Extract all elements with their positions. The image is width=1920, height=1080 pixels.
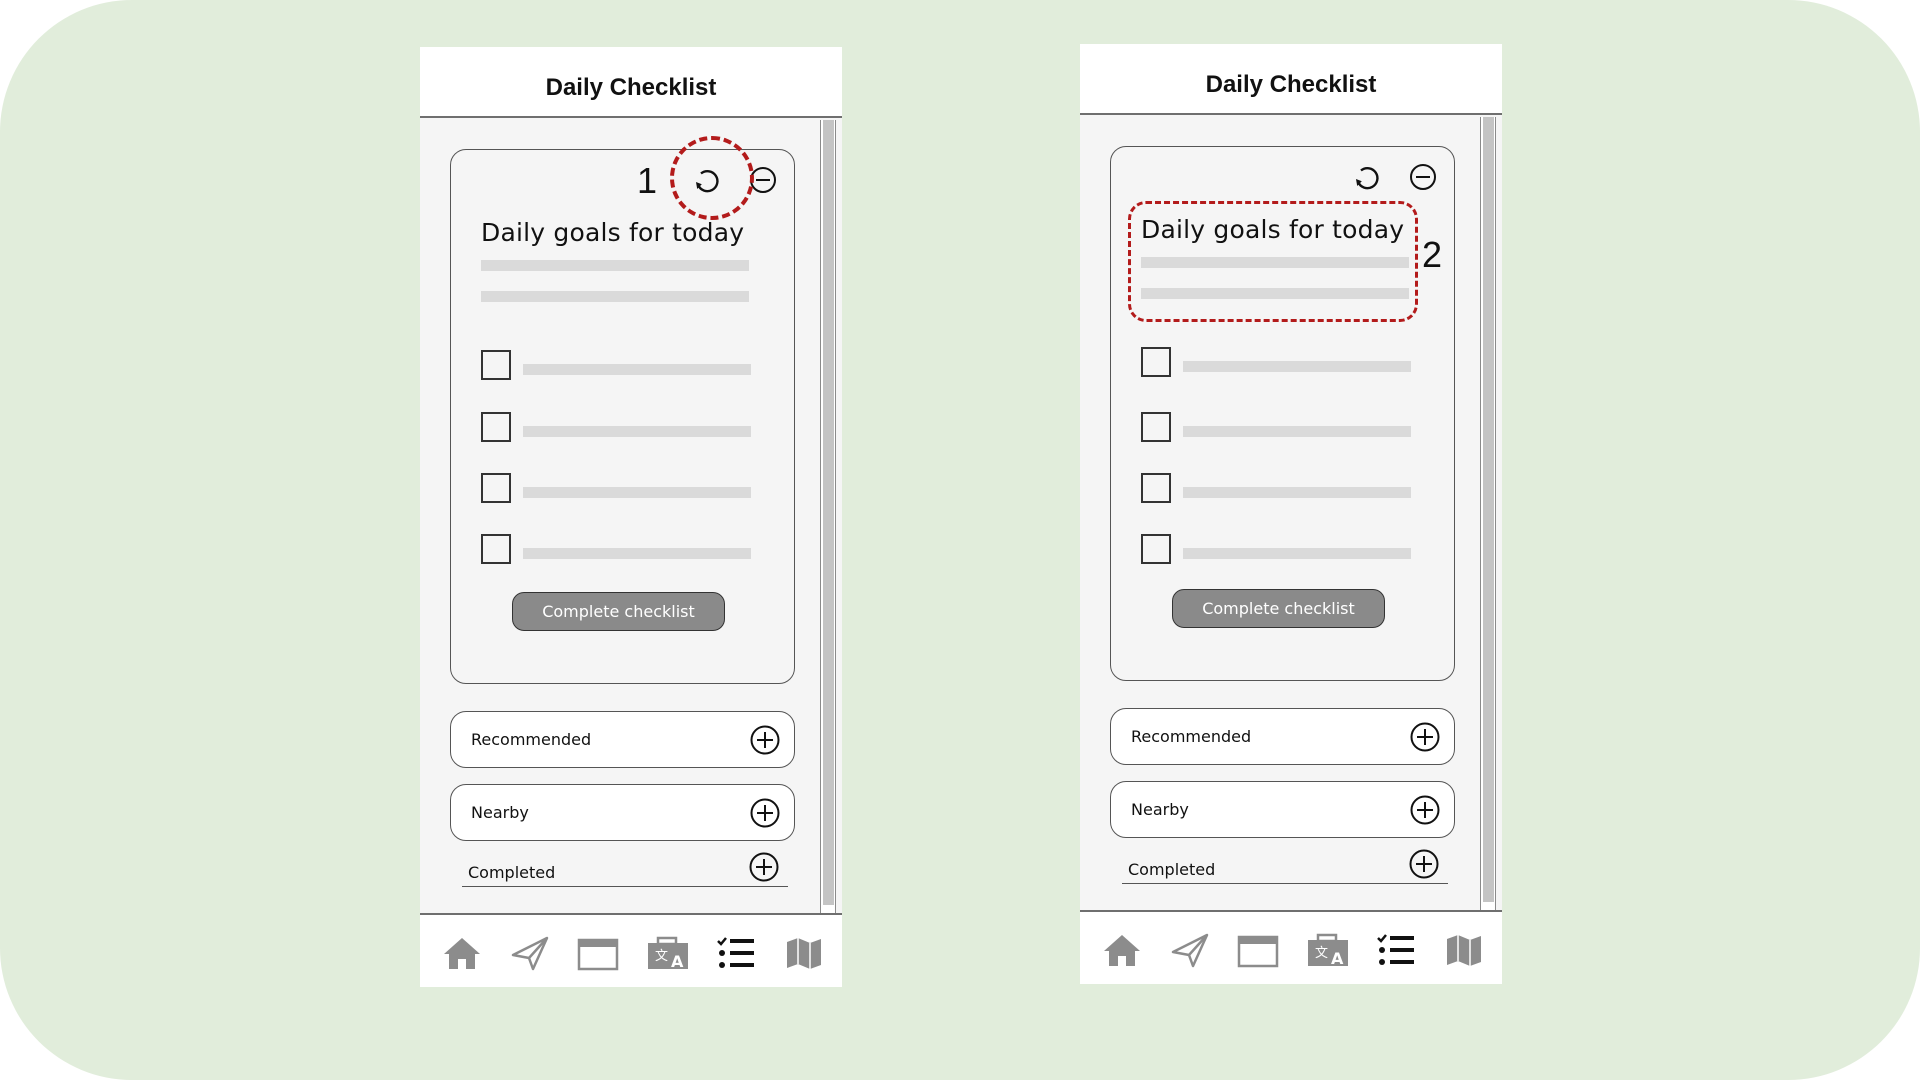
item-text-line <box>1183 548 1411 559</box>
calendar-icon[interactable] <box>576 933 620 973</box>
checkbox[interactable] <box>481 473 511 503</box>
bottom-tab-bar: 文A <box>420 913 842 987</box>
send-icon[interactable] <box>1168 930 1212 970</box>
home-icon[interactable] <box>1100 930 1144 970</box>
checklist-item <box>481 534 751 568</box>
plus-circle-icon[interactable] <box>1409 721 1441 753</box>
complete-checklist-button[interactable]: Complete checklist <box>1172 589 1385 628</box>
section-completed[interactable]: Completed <box>1122 844 1448 884</box>
item-text-line <box>523 548 751 559</box>
svg-text:A: A <box>1331 949 1344 968</box>
item-text-line <box>523 487 751 498</box>
daily-goals-card: 1 Daily goals for today Complete checkli… <box>450 149 795 684</box>
plus-circle-icon[interactable] <box>749 797 781 829</box>
checklist-icon[interactable] <box>1374 930 1418 970</box>
checklist-item <box>1141 347 1411 381</box>
home-icon[interactable] <box>440 933 484 973</box>
svg-text:文: 文 <box>1315 946 1328 961</box>
scrollbar-thumb[interactable] <box>1483 117 1494 902</box>
section-label: Completed <box>1128 860 1216 879</box>
card-heading: Daily goals for today <box>481 218 745 247</box>
section-label: Completed <box>468 863 556 882</box>
checkbox[interactable] <box>1141 347 1171 377</box>
app-header: Daily Checklist <box>1080 44 1502 115</box>
item-text-line <box>523 364 751 375</box>
checklist-item <box>1141 412 1411 446</box>
checklist-item <box>1141 473 1411 507</box>
checklist-icon[interactable] <box>714 933 758 973</box>
checkbox[interactable] <box>481 412 511 442</box>
highlight-refresh-annotation <box>670 136 754 220</box>
plus-circle-icon[interactable] <box>748 851 780 883</box>
calendar-icon[interactable] <box>1236 930 1280 970</box>
plus-circle-icon[interactable] <box>1409 794 1441 826</box>
phone-screen-2: Daily Checklist Daily goals for today Co… <box>1080 44 1502 984</box>
section-label: Recommended <box>471 730 592 749</box>
complete-checklist-button[interactable]: Complete checklist <box>512 592 725 631</box>
checklist-item <box>481 473 751 507</box>
scrollbar[interactable] <box>820 120 836 913</box>
checkbox[interactable] <box>481 534 511 564</box>
section-recommended[interactable]: Recommended <box>1110 708 1455 765</box>
page-title: Daily Checklist <box>545 73 717 101</box>
item-text-line <box>1183 361 1411 372</box>
bottom-tab-bar: 文A <box>1080 910 1502 984</box>
plus-circle-icon[interactable] <box>1408 848 1440 880</box>
description-line <box>481 260 749 271</box>
checklist-item <box>481 412 751 446</box>
section-label: Nearby <box>471 803 529 822</box>
section-label: Nearby <box>1131 800 1189 819</box>
checklist-item <box>1141 534 1411 568</box>
svg-text:A: A <box>671 952 684 971</box>
app-header: Daily Checklist <box>420 47 842 118</box>
scrollbar[interactable] <box>1480 117 1496 910</box>
map-icon[interactable] <box>782 933 826 973</box>
refresh-icon[interactable] <box>1351 161 1383 193</box>
section-completed[interactable]: Completed <box>462 847 788 887</box>
checkbox[interactable] <box>1141 412 1171 442</box>
minus-circle-icon[interactable] <box>1407 161 1439 193</box>
checklist-item <box>481 350 751 384</box>
checkbox[interactable] <box>481 350 511 380</box>
highlight-heading-annotation <box>1128 201 1418 322</box>
item-text-line <box>1183 487 1411 498</box>
checkbox[interactable] <box>1141 534 1171 564</box>
map-icon[interactable] <box>1442 930 1486 970</box>
section-nearby[interactable]: Nearby <box>1110 781 1455 838</box>
send-icon[interactable] <box>508 933 552 973</box>
description-line <box>481 291 749 302</box>
checkbox[interactable] <box>1141 473 1171 503</box>
item-text-line <box>1183 426 1411 437</box>
translate-icon[interactable]: 文A <box>646 933 690 973</box>
scrollbar-thumb[interactable] <box>823 120 834 905</box>
section-nearby[interactable]: Nearby <box>450 784 795 841</box>
figure-background: Daily Checklist 1 Daily goals for today <box>0 0 1920 1080</box>
plus-circle-icon[interactable] <box>749 724 781 756</box>
page-title: Daily Checklist <box>1205 70 1377 98</box>
step-number: 2 <box>1422 234 1443 275</box>
step-number: 1 <box>637 160 658 201</box>
item-text-line <box>523 426 751 437</box>
section-label: Recommended <box>1131 727 1252 746</box>
section-recommended[interactable]: Recommended <box>450 711 795 768</box>
translate-icon[interactable]: 文A <box>1306 930 1350 970</box>
phone-screen-1: Daily Checklist 1 Daily goals for today <box>420 47 842 987</box>
svg-text:文: 文 <box>655 949 668 964</box>
